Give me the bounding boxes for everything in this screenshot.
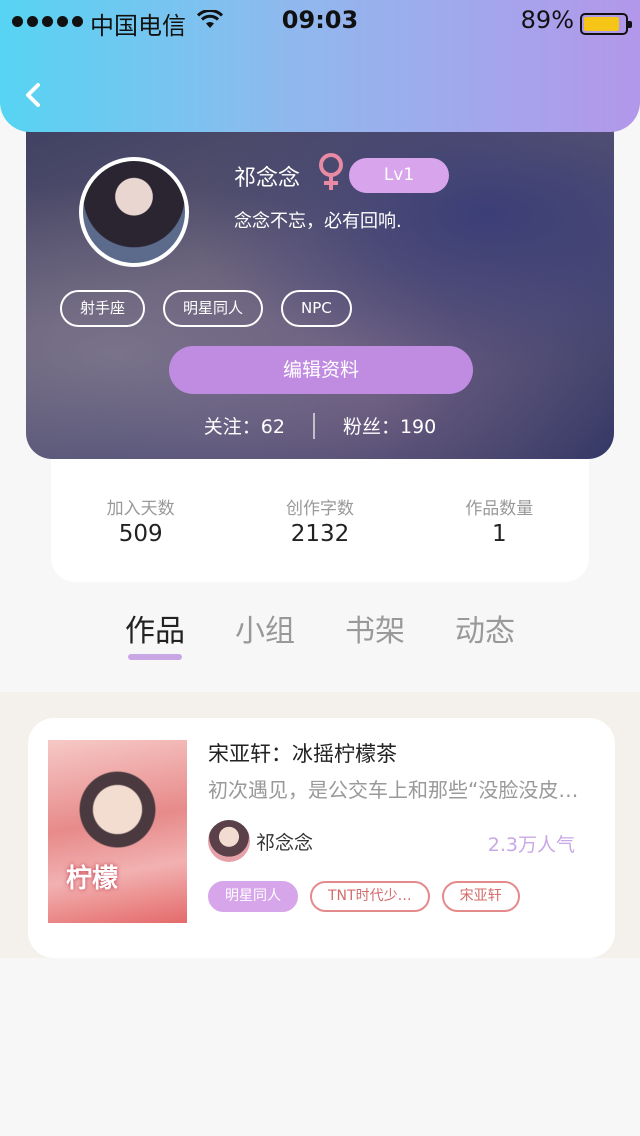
author-avatar[interactable]	[208, 820, 250, 862]
stat-works-count: 作品数量 1	[424, 494, 574, 582]
stat-label: 加入天数	[106, 499, 175, 519]
work-card[interactable]: 柠檬 宋亚轩：冰摇柠檬茶 初次遇见，是公交车上和那些“没脸没皮… 祁念念 2.3…	[28, 718, 615, 958]
stats-panel: 加入天数 509 创作字数 2132 作品数量 1	[51, 446, 589, 582]
work-tag[interactable]: 明星同人	[208, 881, 298, 912]
followers-count[interactable]: 粉丝：190	[343, 412, 436, 439]
profile-tags: 射手座 明星同人 NPC	[60, 290, 352, 327]
profile-name: 祁念念	[234, 166, 301, 191]
tab-works[interactable]: 作品	[100, 606, 210, 666]
profile-tabs: 作品 小组 书架 动态	[100, 606, 540, 666]
tab-label: 小组	[235, 614, 295, 649]
work-description: 初次遇见，是公交车上和那些“没脸没皮…	[208, 778, 579, 802]
status-bar: 中国电信 09:03 89%	[0, 6, 640, 40]
level-badge: Lv1	[349, 158, 449, 193]
stat-label: 作品数量	[465, 499, 534, 519]
tab-label: 动态	[455, 614, 515, 649]
stat-value: 1	[491, 521, 507, 547]
profile-bio: 念念不忘，必有回响.	[234, 211, 402, 232]
edit-profile-button[interactable]: 编辑资料	[169, 346, 473, 394]
cover-art-lettering: 柠檬	[66, 864, 119, 894]
profile-tag[interactable]: 明星同人	[163, 290, 264, 327]
female-icon	[316, 152, 346, 196]
stat-word-count: 创作字数 2132	[245, 494, 395, 582]
battery-icon	[580, 13, 632, 35]
back-button[interactable]	[20, 80, 48, 110]
stat-join-days: 加入天数 509	[66, 494, 216, 582]
battery-percent: 89%	[520, 6, 574, 34]
tab-bookshelf[interactable]: 书架	[320, 606, 430, 666]
work-title[interactable]: 宋亚轩：冰摇柠檬茶	[208, 738, 397, 768]
tab-label: 书架	[345, 614, 405, 649]
following-count[interactable]: 关注：62	[204, 412, 285, 439]
work-tag[interactable]: TNT时代少…	[310, 881, 430, 912]
follow-stats: 关注：62 粉丝：190	[26, 412, 614, 439]
stat-value: 509	[118, 521, 163, 547]
profile-header-card: 祁念念 Lv1 念念不忘，必有回响. 射手座 明星同人 NPC 编辑资料 关注：…	[26, 110, 614, 459]
tab-groups[interactable]: 小组	[210, 606, 320, 666]
top-bar: 中国电信 09:03 89%	[0, 0, 640, 132]
tab-label: 作品	[125, 614, 185, 649]
work-tag[interactable]: 宋亚轩	[441, 881, 520, 912]
popularity-count: 2.3万人气	[487, 834, 575, 856]
profile-avatar[interactable]	[79, 157, 189, 267]
work-tags: 明星同人 TNT时代少… 宋亚轩	[208, 881, 520, 912]
profile-tag[interactable]: NPC	[281, 290, 352, 327]
divider	[312, 412, 315, 439]
profile-tag[interactable]: 射手座	[60, 290, 146, 327]
stat-value: 2132	[290, 521, 350, 547]
active-tab-indicator	[128, 654, 182, 660]
chevron-left-icon	[26, 83, 40, 107]
tab-activity[interactable]: 动态	[430, 606, 540, 666]
stat-label: 创作字数	[285, 499, 354, 519]
work-cover-image[interactable]: 柠檬	[48, 740, 187, 923]
author-name[interactable]: 祁念念	[256, 828, 313, 855]
